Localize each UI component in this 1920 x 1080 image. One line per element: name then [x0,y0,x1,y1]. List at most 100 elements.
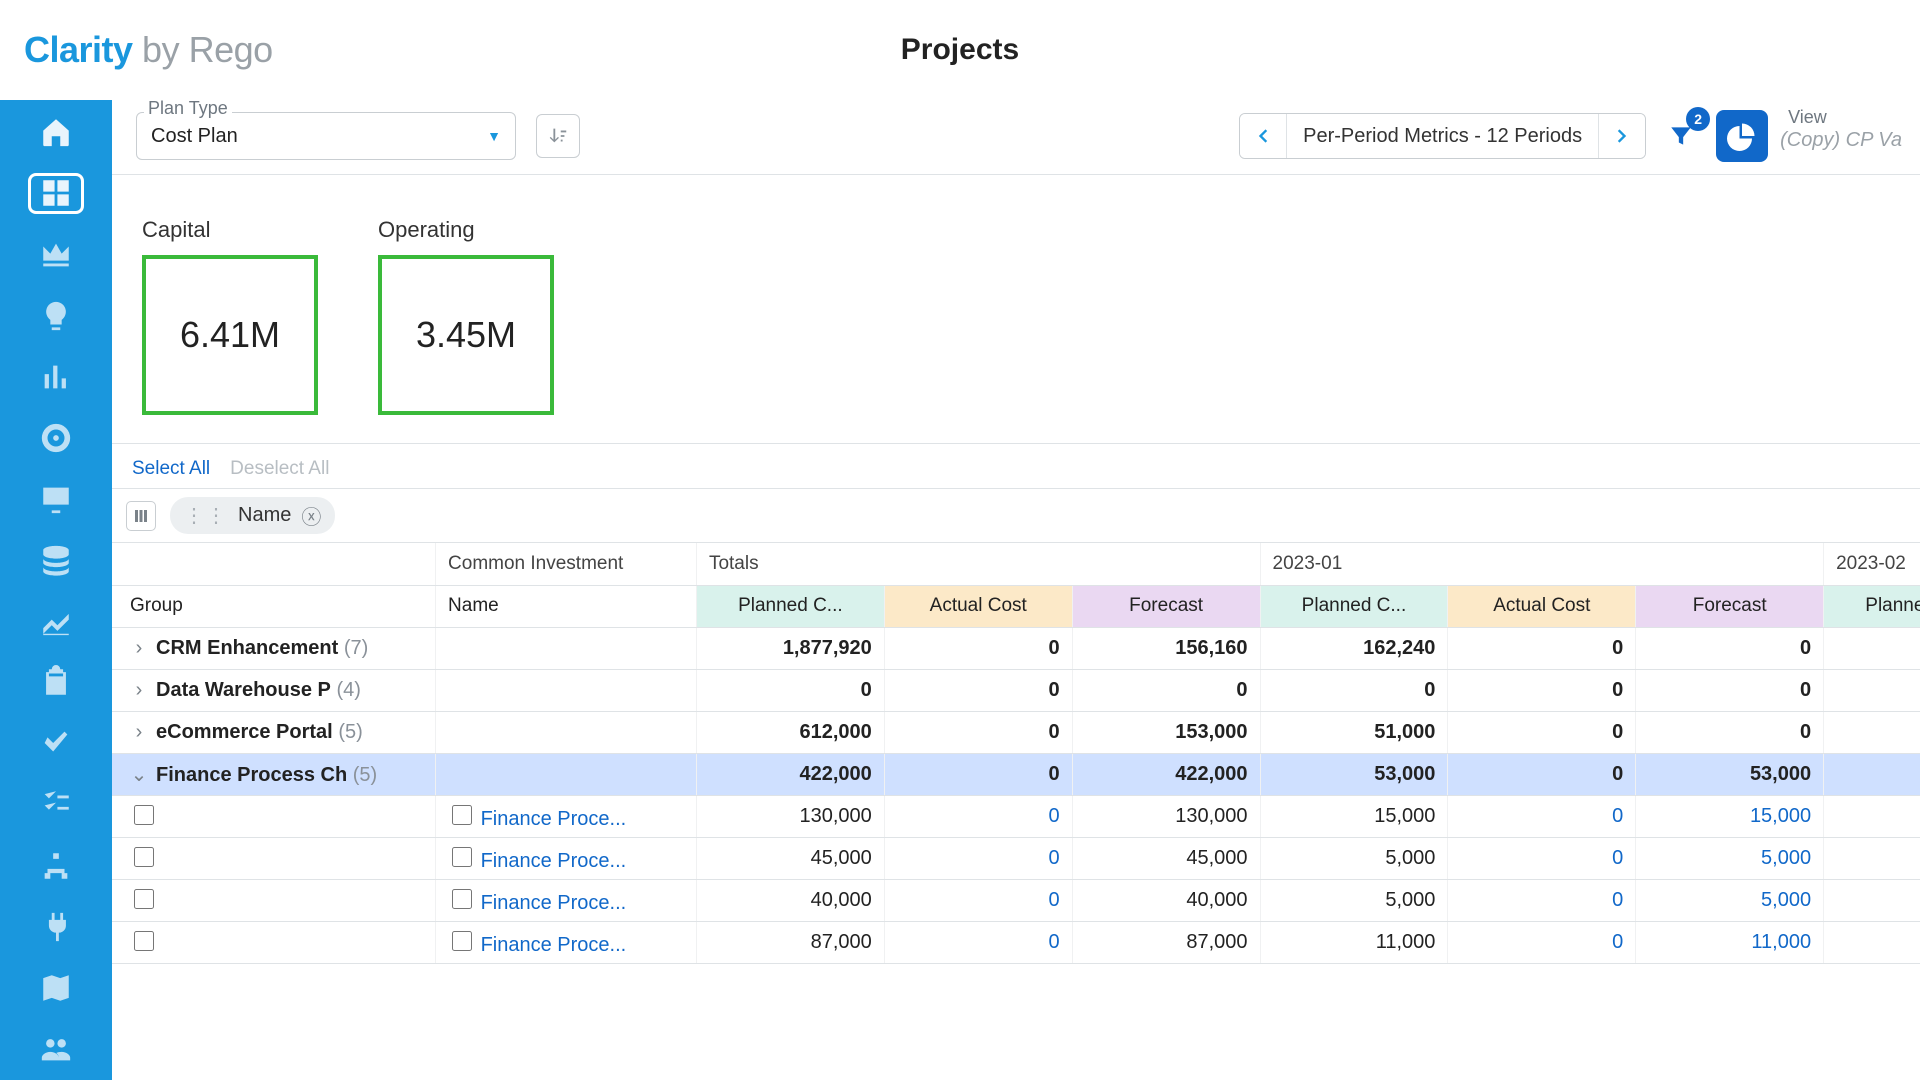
cell-value[interactable]: 40,000 [696,879,884,921]
row-checkbox[interactable] [452,931,472,951]
sidebar-item-idea[interactable] [28,297,84,336]
group-row[interactable]: ›Data Warehouse P (4)000000 [112,669,1920,711]
sidebar-item-hierarchy[interactable] [28,846,84,885]
row-checkbox[interactable] [134,889,154,909]
cell-value[interactable]: 15,000 [1260,795,1448,837]
cell-value[interactable]: 0 [884,921,1072,963]
cell-value[interactable]: 0 [1448,795,1636,837]
cell-value[interactable]: 0 [1448,879,1636,921]
cell-value[interactable]: 25,00 [1824,795,1920,837]
cell-value: 1,877,920 [696,627,884,669]
select-all-link[interactable]: Select All [132,458,210,480]
group-row[interactable]: ›eCommerce Portal (5)612,0000153,00051,0… [112,711,1920,753]
sidebar-item-crown[interactable] [28,236,84,275]
sidebar-item-check[interactable] [28,724,84,763]
column-picker-button[interactable] [126,501,156,531]
item-row[interactable]: Finance Proce...130,0000130,00015,000015… [112,795,1920,837]
cell-value[interactable]: 0 [1448,921,1636,963]
row-checkbox[interactable] [452,805,472,825]
cell-value: 51,00 [1824,753,1920,795]
cell-value[interactable]: 5,00 [1824,879,1920,921]
sidebar-item-tasks[interactable] [28,785,84,824]
sidebar-item-grid[interactable] [28,173,84,214]
col-p2-planned[interactable]: Planned C... [1824,585,1920,627]
group-chip-name[interactable]: ⋮⋮ Name ⓧ [170,497,335,534]
cell-value[interactable]: 130,000 [1072,795,1260,837]
sort-button[interactable] [536,114,580,158]
chevron-right-icon[interactable]: › [130,721,148,744]
sidebar-item-people[interactable] [28,1029,84,1068]
cell-value[interactable]: 0 [884,837,1072,879]
chevron-right-icon[interactable]: › [130,637,148,660]
cell-value[interactable]: 87,000 [1072,921,1260,963]
cell-value[interactable]: 5,000 [1260,837,1448,879]
cell-value: 0 [884,753,1072,795]
row-checkbox[interactable] [134,805,154,825]
col-group[interactable]: Group [112,585,436,627]
sidebar-item-db[interactable] [28,541,84,580]
group-row[interactable]: ⌄Finance Process Ch (5)422,0000422,00053… [112,753,1920,795]
plan-type-field: Plan Type Cost Plan ▼ [136,112,516,160]
col-totals-planned[interactable]: Planned C... [696,585,884,627]
trend-icon [39,604,73,638]
cell-value[interactable]: 0 [884,879,1072,921]
chip-remove-icon[interactable]: ⓧ [301,501,321,530]
item-row[interactable]: Finance Proce...40,000040,0005,00005,000… [112,879,1920,921]
cell-value[interactable]: 11,000 [1636,921,1824,963]
col-p1-forecast[interactable]: Forecast [1636,585,1824,627]
sidebar-item-target[interactable] [28,419,84,458]
item-name-link[interactable]: Finance Proce... [481,850,627,872]
cell-value[interactable]: 0 [884,795,1072,837]
cell-value[interactable]: 87,000 [696,921,884,963]
cell-value[interactable]: 45,000 [696,837,884,879]
chevron-right-icon[interactable]: › [130,679,148,702]
metric-prev-button[interactable] [1240,114,1286,158]
row-checkbox[interactable] [134,931,154,951]
item-row[interactable]: Finance Proce...45,000045,0005,00005,000… [112,837,1920,879]
cell-value[interactable]: 5,000 [1636,837,1824,879]
view-field[interactable]: View (Copy) CP Va [1780,121,1902,152]
item-row[interactable]: Finance Proce...87,000087,00011,000011,0… [112,921,1920,963]
sidebar-item-home[interactable] [28,112,84,151]
cell-value[interactable]: 10,00 [1824,921,1920,963]
cell-value[interactable]: 0 [1448,837,1636,879]
sidebar-item-clipboard[interactable] [28,663,84,702]
col-totals-forecast[interactable]: Forecast [1072,585,1260,627]
plan-type-select[interactable]: Cost Plan ▼ [136,112,516,160]
cell-value[interactable]: 40,000 [1072,879,1260,921]
item-name-link[interactable]: Finance Proce... [481,808,627,830]
col-period-2: 2023-02 [1824,543,1920,585]
col-totals-actual[interactable]: Actual Cost [884,585,1072,627]
cell-value[interactable]: 10,00 [1824,837,1920,879]
sidebar-item-bars[interactable] [28,358,84,397]
kpi-capital-value: 6.41M [142,255,318,415]
group-row[interactable]: ›CRM Enhancement (7)1,877,9200156,160162… [112,627,1920,669]
cell-value[interactable]: 5,000 [1636,879,1824,921]
col-p1-planned[interactable]: Planned C... [1260,585,1448,627]
cell-value: 0 [1448,627,1636,669]
cell-value[interactable]: 15,000 [1636,795,1824,837]
cell-value[interactable]: 130,000 [696,795,884,837]
metric-next-button[interactable] [1599,114,1645,158]
chart-toggle-button[interactable] [1716,110,1768,162]
col-name[interactable]: Name [436,585,697,627]
cell-value[interactable]: 11,000 [1260,921,1448,963]
sidebar-item-map[interactable] [28,968,84,1007]
cell-value: 0 [1448,669,1636,711]
chevron-down-icon[interactable]: ⌄ [130,762,148,787]
cell-value[interactable]: 5,000 [1260,879,1448,921]
row-checkbox[interactable] [452,847,472,867]
view-label: View [1784,107,1831,128]
row-checkbox[interactable] [134,847,154,867]
cell-value[interactable]: 45,000 [1072,837,1260,879]
sidebar-item-trend[interactable] [28,602,84,641]
col-p1-actual[interactable]: Actual Cost [1448,585,1636,627]
sidebar-item-monitor[interactable] [28,480,84,519]
sidebar-item-plug[interactable] [28,907,84,946]
cell-value: 0 [1636,627,1824,669]
item-name-link[interactable]: Finance Proce... [481,892,627,914]
row-checkbox[interactable] [452,889,472,909]
filter-button[interactable]: 2 [1658,113,1704,159]
item-name-link[interactable]: Finance Proce... [481,934,627,956]
cell-value: 422,000 [696,753,884,795]
